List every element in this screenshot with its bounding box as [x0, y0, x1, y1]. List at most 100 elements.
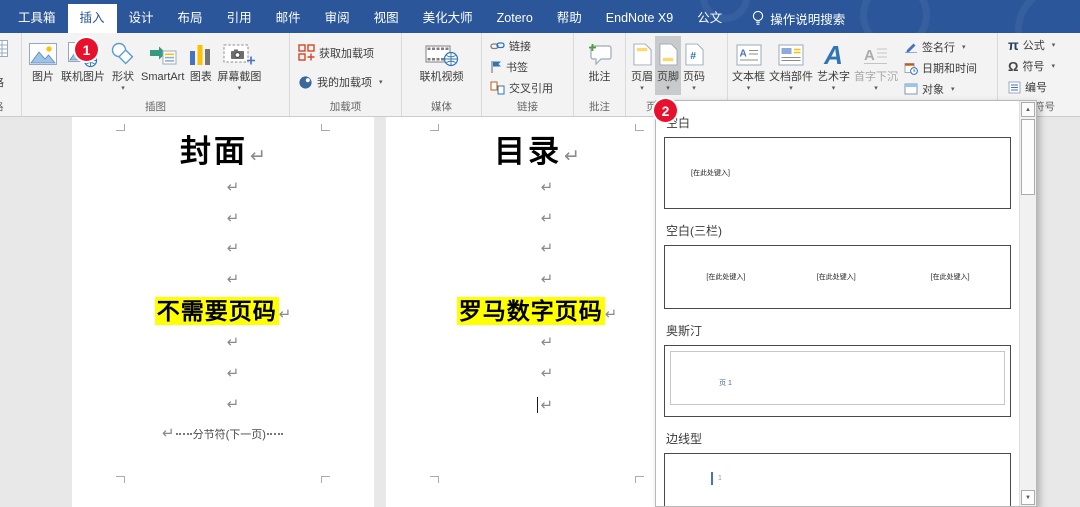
document-page-toc[interactable]: 目录↵ ↵ ↵ ↵ ↵ 罗马数字页码↵ ↵ ↵ ↵ — [386, 117, 688, 507]
tab-references[interactable]: 引用 — [215, 4, 264, 33]
object-icon — [904, 83, 918, 95]
numbering-button[interactable]: 编号 — [1008, 79, 1047, 95]
tab-beautify-master[interactable]: 美化大师 — [411, 4, 485, 33]
text-box-icon: A — [736, 38, 762, 71]
footer-style-blank[interactable]: [在此处键入] — [664, 137, 1011, 209]
crop-mark — [116, 124, 125, 131]
chevron-down-icon: ▾ — [962, 43, 966, 51]
tab-review[interactable]: 审阅 — [313, 4, 362, 33]
bookmark-button[interactable]: 书签 — [490, 59, 528, 75]
date-time-button[interactable]: 日期和时间 — [904, 60, 977, 76]
footer-placeholder: [在此处键入] — [817, 272, 856, 282]
numbering-icon — [1008, 81, 1021, 94]
crop-mark — [430, 124, 439, 131]
signature-line-button[interactable]: 签名行 ▾ — [904, 39, 966, 55]
tab-layout[interactable]: 布局 — [166, 4, 215, 33]
scroll-up-icon: ▲ — [1025, 107, 1031, 113]
empty-paragraph: ↵ — [72, 234, 374, 265]
tab-zotero[interactable]: Zotero — [485, 4, 545, 33]
empty-paragraph: ↵ — [386, 328, 688, 359]
empty-paragraph: ↵ — [72, 359, 374, 390]
titlebar-decoration — [1015, 0, 1080, 33]
chart-button[interactable]: 图表 — [186, 36, 215, 86]
get-addins-icon — [298, 44, 315, 61]
comment-icon — [587, 38, 613, 71]
group-label-illustrations: 插图 — [22, 99, 289, 114]
footer-style-name-sideline: 边线型 — [666, 417, 1019, 447]
online-video-icon — [425, 38, 459, 71]
quick-parts-button[interactable]: 文档部件 ▾ — [767, 36, 815, 95]
page-number-button[interactable]: # 页码 ▾ — [681, 36, 707, 95]
get-addins-button[interactable]: 获取加载项 — [298, 44, 374, 61]
tab-help[interactable]: 帮助 — [545, 4, 594, 33]
table-button-label-partial: 格 — [0, 74, 4, 90]
chevron-down-icon: ▾ — [692, 85, 696, 93]
equation-button[interactable]: π 公式 ▾ — [1008, 37, 1055, 53]
empty-paragraph: ↵ — [72, 265, 374, 296]
text-box-button[interactable]: A 文本框 ▾ — [730, 36, 767, 95]
text-cursor-paragraph: ↵ — [386, 390, 688, 421]
tell-me-search[interactable]: 操作说明搜索 — [742, 4, 855, 33]
tab-mailings[interactable]: 邮件 — [264, 4, 313, 33]
footer-button[interactable]: 页脚 ▾ — [655, 36, 681, 95]
tab-toolbox[interactable]: 工具箱 — [6, 4, 68, 33]
chevron-down-icon: ▾ — [874, 85, 878, 93]
footer-style-name-blank-three: 空白(三栏) — [666, 209, 1019, 239]
chevron-down-icon: ▾ — [379, 78, 383, 86]
pi-icon: π — [1008, 37, 1019, 53]
table-group-label-partial: 格 — [0, 99, 4, 114]
my-addins-icon — [298, 75, 313, 90]
shapes-button[interactable]: 形状 ▾ — [107, 36, 139, 95]
tab-endnote[interactable]: EndNote X9 — [594, 4, 685, 33]
drop-cap-icon: A — [863, 38, 889, 71]
comment-button[interactable]: 批注 — [585, 36, 615, 86]
chevron-down-icon: ▾ — [1052, 41, 1056, 49]
online-video-button[interactable]: 联机视频 — [418, 36, 466, 86]
titlebar-decoration — [860, 0, 930, 33]
chevron-down-icon: ▾ — [666, 85, 670, 93]
drop-cap-button[interactable]: A 首字下沉 ▾ — [852, 36, 900, 95]
signature-pen-icon — [904, 41, 918, 54]
smartart-button[interactable]: SmartArt — [139, 36, 186, 86]
scroll-up-button[interactable]: ▲ — [1021, 102, 1035, 117]
tab-design[interactable]: 设计 — [117, 4, 166, 33]
symbol-button[interactable]: Ω 符号 ▾ — [1008, 58, 1055, 74]
empty-paragraph: ↵ — [386, 204, 688, 235]
austin-border: 页 1 — [670, 351, 1005, 405]
scroll-down-button[interactable]: ▼ — [1021, 490, 1035, 505]
chevron-down-icon: ▾ — [238, 85, 242, 93]
header-button[interactable]: 页眉 ▾ — [629, 36, 655, 95]
tell-me-label: 操作说明搜索 — [770, 9, 845, 28]
crop-mark — [116, 476, 125, 483]
highlight-text: 不需要页码 — [155, 297, 279, 325]
empty-paragraph: ↵ — [72, 328, 374, 359]
page-number-icon: # — [685, 38, 704, 71]
bookmark-flag-icon — [490, 60, 502, 74]
ribbon-group-addins: 获取加载项 我的加载项 ▾ 加载项 — [290, 33, 402, 116]
footer-style-blank-three-columns[interactable]: [在此处键入] [在此处键入] [在此处键入] — [664, 245, 1011, 309]
screenshot-button[interactable]: 屏幕截图 ▾ — [215, 36, 263, 95]
footer-style-austin[interactable]: 页 1 — [664, 345, 1011, 417]
chevron-down-icon: ▾ — [640, 85, 644, 93]
pilcrow-mark: ↵ — [279, 306, 292, 323]
scrollbar-thumb[interactable] — [1021, 119, 1035, 195]
my-addins-button[interactable]: 我的加载项 ▾ — [298, 74, 383, 90]
cross-reference-icon — [490, 81, 505, 95]
link-button[interactable]: 链接 — [490, 38, 531, 54]
object-button[interactable]: 对象 ▾ — [904, 81, 955, 97]
wordart-button[interactable]: A 艺术字 ▾ — [815, 36, 852, 95]
footer-style-sideline[interactable]: 1 — [664, 453, 1011, 507]
picture-icon — [29, 38, 57, 71]
tab-insert[interactable]: 插入 — [68, 4, 117, 33]
document-page-cover[interactable]: 封面↵ ↵ ↵ ↵ ↵ 不需要页码↵ ↵ ↵ ↵ ↵分节符(下一页) — [72, 117, 374, 507]
omega-icon: Ω — [1008, 59, 1018, 74]
gallery-scrollbar[interactable]: ▲ ▼ — [1019, 101, 1036, 506]
cross-reference-button[interactable]: 交叉引用 — [490, 80, 553, 96]
tab-view[interactable]: 视图 — [362, 4, 411, 33]
picture-button[interactable]: 图片 — [27, 36, 59, 86]
empty-paragraph: ↵ — [386, 234, 688, 265]
crop-mark — [321, 476, 330, 483]
header-icon — [633, 38, 652, 71]
pilcrow-mark: ↵ — [250, 146, 266, 167]
empty-paragraph: ↵ — [386, 359, 688, 390]
